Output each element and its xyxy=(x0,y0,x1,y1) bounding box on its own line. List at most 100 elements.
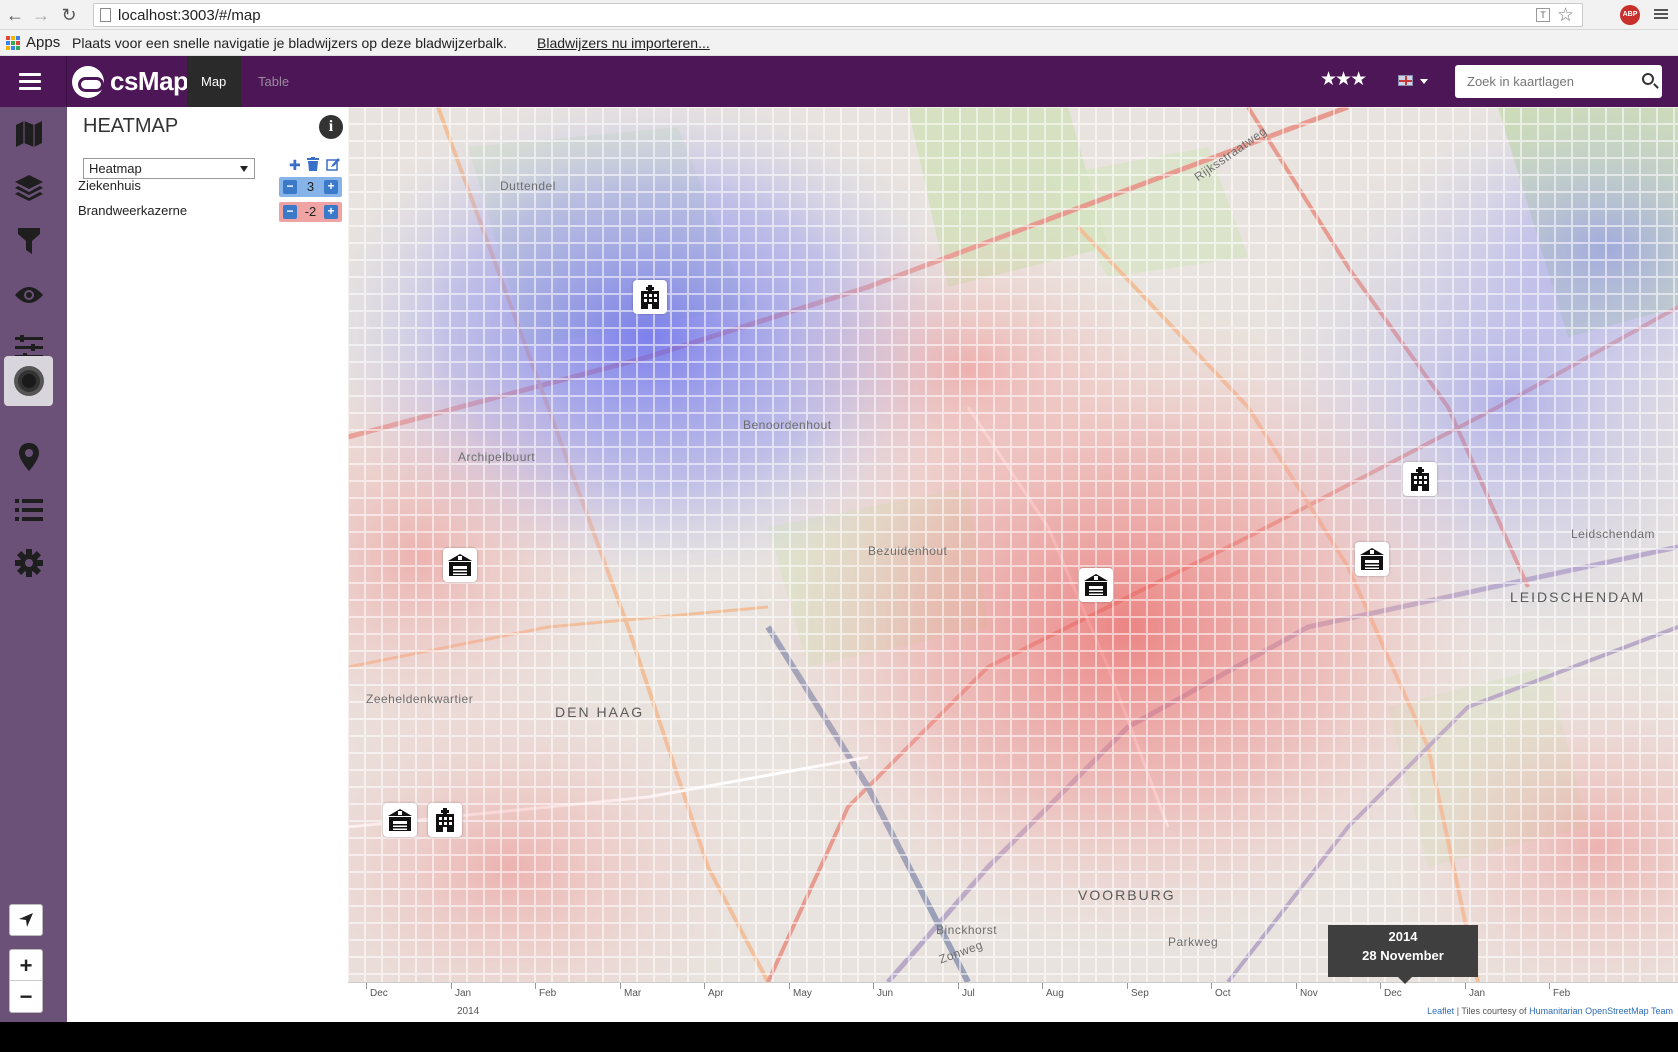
hot-link[interactable]: Humanitarian OpenStreetMap Team xyxy=(1529,1006,1673,1016)
timeline-tick xyxy=(1549,983,1550,989)
timeline-month-label: Jan xyxy=(455,988,472,999)
heatmap-select-value: Heatmap xyxy=(89,161,142,176)
back-icon[interactable]: ← xyxy=(4,4,26,26)
bookmarks-bar: Apps Plaats voor een snelle navigatie je… xyxy=(0,30,1678,56)
list-icon[interactable] xyxy=(4,486,53,534)
hospital-icon xyxy=(641,285,659,309)
map-label-voorburg: VOORBURG xyxy=(1078,887,1176,903)
screen: ← → ↻ localhost:3003/#/map T ☆ ABP Apps … xyxy=(0,0,1678,1052)
language-dropdown-caret-icon[interactable] xyxy=(1420,79,1428,84)
timeline-month-label: Feb xyxy=(1553,988,1571,999)
left-icon-bar: + − xyxy=(0,107,67,1022)
map-canvas[interactable]: Duttendel Benoordenhout Archipelbuurt Be… xyxy=(348,107,1678,982)
timeline-month-label: May xyxy=(793,988,812,999)
browser-menu-icon[interactable] xyxy=(1654,7,1668,23)
zoom-in-button[interactable]: + xyxy=(10,950,42,981)
brand-name: csMap xyxy=(110,66,189,96)
timeline-tick xyxy=(620,983,621,989)
map-label-benoordenhout: Benoordenhout xyxy=(743,418,832,432)
timeline-month-label: Feb xyxy=(539,988,557,999)
map-label-parkweg: Parkweg xyxy=(1168,935,1219,949)
hospital-marker[interactable] xyxy=(428,803,462,837)
filter-icon[interactable] xyxy=(4,217,53,265)
timeline-month-label: Nov xyxy=(1300,988,1318,999)
navigation-arrow-icon xyxy=(19,913,33,927)
timeline-tick xyxy=(535,983,536,989)
translate-icon[interactable]: T xyxy=(1536,8,1550,22)
heatmap-overlay xyxy=(348,107,1678,982)
hospital-marker[interactable] xyxy=(1403,462,1437,496)
address-bar[interactable]: localhost:3003/#/map T ☆ xyxy=(93,3,1583,27)
fire-station-icon xyxy=(448,554,472,576)
tooltip-date: 28 November xyxy=(1362,948,1444,963)
marker-icon[interactable] xyxy=(4,433,53,481)
fire-station-icon xyxy=(1084,574,1108,596)
forward-icon[interactable]: → xyxy=(30,4,52,26)
heatmap-item-ziekenhuis-label: Ziekenhuis xyxy=(78,178,141,193)
hospital-marker[interactable] xyxy=(633,280,667,314)
import-bookmarks-link[interactable]: Bladwijzers nu importeren... xyxy=(537,35,710,51)
app-navbar: csMap Map Table ★★★ Zoek in kaartlagen xyxy=(0,56,1678,107)
gear-icon[interactable] xyxy=(4,539,53,587)
map-label-bezuidenhout: Bezuidenhout xyxy=(868,544,948,558)
csmap-logo-icon xyxy=(72,66,104,98)
add-heatmap-icon[interactable]: ✚ xyxy=(289,157,301,174)
eye-icon[interactable] xyxy=(4,271,53,319)
tab-table[interactable]: Table xyxy=(244,56,303,107)
map-label-den-haag: DEN HAAG xyxy=(555,704,645,720)
timeline-tick xyxy=(1042,983,1043,989)
search-icon[interactable] xyxy=(1642,73,1654,85)
edit-heatmap-icon[interactable] xyxy=(326,157,340,174)
browser-toolbar: ← → ↻ localhost:3003/#/map T ☆ ABP xyxy=(0,0,1678,30)
timeline-month-label: Jun xyxy=(877,988,894,999)
timeline-tick xyxy=(789,983,790,989)
chevron-down-icon xyxy=(240,166,248,172)
fire-station-marker[interactable] xyxy=(383,803,417,837)
bookmark-star-icon[interactable]: ☆ xyxy=(1557,4,1574,27)
apps-grid-icon[interactable] xyxy=(6,36,20,50)
heatmap-select[interactable]: Heatmap xyxy=(83,158,255,179)
adblock-icon[interactable]: ABP xyxy=(1620,5,1640,25)
map-label-duttendel: Duttendel xyxy=(500,179,556,193)
leaflet-link[interactable]: Leaflet xyxy=(1427,1006,1454,1016)
rating-stars[interactable]: ★★★ xyxy=(1320,68,1367,91)
map-label-leidschendam: LEIDSCHENDAM xyxy=(1510,589,1646,605)
timeline-tick xyxy=(451,983,452,989)
delete-heatmap-icon[interactable] xyxy=(307,157,319,174)
timeline-tick xyxy=(873,983,874,989)
hospital-icon xyxy=(1411,467,1429,491)
hospital-icon xyxy=(436,808,454,832)
fire-station-marker[interactable] xyxy=(1079,568,1113,602)
hamburger-menu-icon[interactable] xyxy=(19,73,41,91)
search-input[interactable]: Zoek in kaartlagen xyxy=(1467,74,1574,89)
map-label-archipelbuurt: Archipelbuurt xyxy=(458,450,536,464)
locate-me-button[interactable] xyxy=(9,904,43,936)
timeline-month-label: Dec xyxy=(1384,988,1402,999)
layer-search-box[interactable]: Zoek in kaartlagen xyxy=(1455,65,1662,98)
timeline-tick xyxy=(958,983,959,989)
reload-icon[interactable]: ↻ xyxy=(58,4,80,26)
tab-map[interactable]: Map xyxy=(187,56,241,107)
ziekenhuis-weight-control: − 3 + xyxy=(279,177,342,197)
heatmap-icon[interactable] xyxy=(4,356,53,406)
fire-station-marker[interactable] xyxy=(443,548,477,582)
heatmap-panel: HEATMAP i Heatmap ✚ Ziekenhuis − 3 + Bra… xyxy=(67,107,348,1022)
fire-station-marker[interactable] xyxy=(1355,542,1389,576)
apps-label[interactable]: Apps xyxy=(26,34,60,51)
fire-station-icon xyxy=(1360,548,1384,570)
timeline[interactable]: Dec Jan Feb Mar Apr May Jun Jul Aug Sep Oct Nov Dec J… xyxy=(348,982,1678,1022)
timeline-tick xyxy=(704,983,705,989)
fire-station-icon xyxy=(388,809,412,831)
timeline-month-label: Aug xyxy=(1046,988,1064,999)
timeline-tick xyxy=(1127,983,1128,989)
increase-weight-button[interactable]: + xyxy=(324,205,338,219)
address-url: localhost:3003/#/map xyxy=(118,7,261,24)
increase-weight-button[interactable]: + xyxy=(324,180,338,194)
info-icon[interactable]: i xyxy=(319,115,343,139)
language-flag-icon[interactable] xyxy=(1398,75,1413,86)
layers-icon[interactable] xyxy=(4,163,53,211)
map-icon[interactable] xyxy=(4,110,53,158)
map-attribution: Leaflet | Tiles courtesy of Humanitarian… xyxy=(1427,1006,1673,1016)
timeline-month-label: Dec xyxy=(370,988,388,999)
zoom-out-button[interactable]: − xyxy=(10,981,42,1012)
